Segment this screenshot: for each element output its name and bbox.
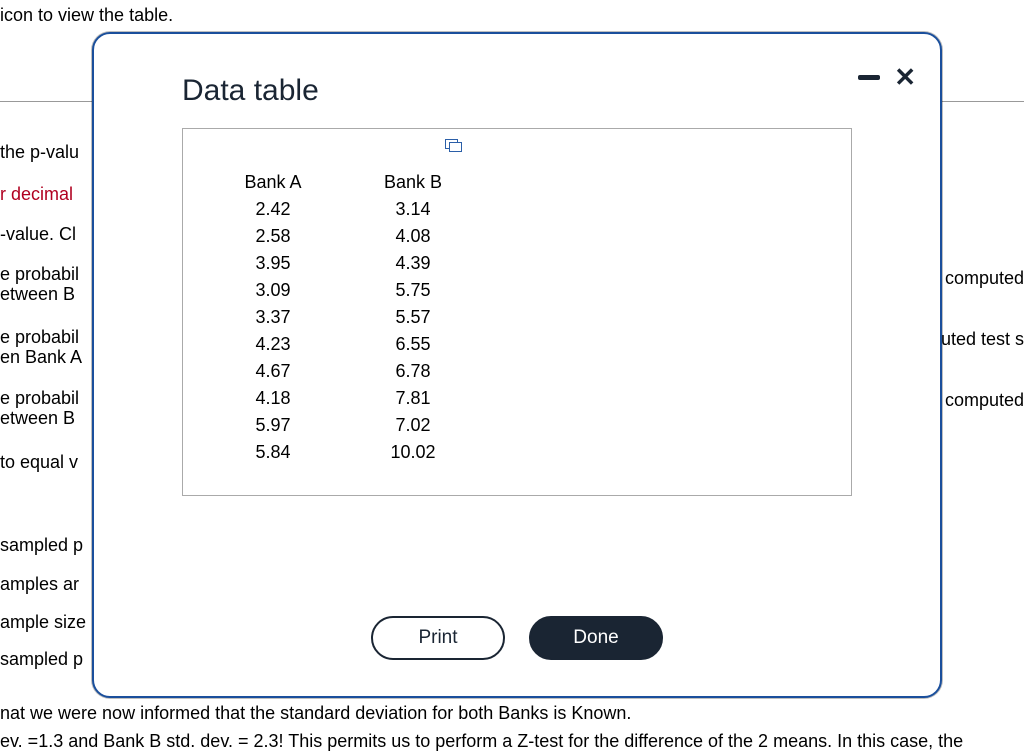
table-cell: 5.84 xyxy=(203,439,343,466)
print-button[interactable]: Print xyxy=(371,616,505,660)
dialog-header: Data table ✕ xyxy=(94,34,940,118)
bg-text-fragment: uted test s xyxy=(941,329,1024,350)
table-cell: 5.57 xyxy=(343,304,483,331)
minimize-icon[interactable] xyxy=(858,75,880,80)
bg-text-fragment: to equal v xyxy=(0,452,78,473)
dialog-title: Data table xyxy=(182,74,852,108)
column-header: Bank A xyxy=(203,169,343,196)
bg-text-fragment: computed xyxy=(945,268,1024,289)
bg-text-fragment: ev. =1.3 and Bank B std. dev. = 2.3! Thi… xyxy=(0,731,963,752)
bg-text-fragment: nat we were now informed that the standa… xyxy=(0,703,631,724)
table-cell: 6.55 xyxy=(343,331,483,358)
window-controls: ✕ xyxy=(858,64,916,90)
bg-text-fragment: sampled p xyxy=(0,535,83,556)
table-cell: 2.42 xyxy=(203,196,343,223)
bg-text-fragment: e probabil xyxy=(0,388,79,409)
table-cell: 3.95 xyxy=(203,250,343,277)
bg-text-fragment: sampled p xyxy=(0,649,83,670)
bg-text-fragment: amples ar xyxy=(0,574,79,595)
bg-text-fragment: e probabil xyxy=(0,327,79,348)
table-cell: 4.18 xyxy=(203,385,343,412)
dialog-body: Bank A Bank B 2.423.142.584.083.954.393.… xyxy=(94,118,940,586)
table-cell: 4.08 xyxy=(343,223,483,250)
column-header: Bank B xyxy=(343,169,483,196)
table-cell: 4.67 xyxy=(203,358,343,385)
data-table-dialog: Data table ✕ Bank A Bank B 2.423.142.584… xyxy=(92,32,942,698)
table-cell: 10.02 xyxy=(343,439,483,466)
table-row: 4.236.55 xyxy=(203,331,483,358)
table-row: 3.375.57 xyxy=(203,304,483,331)
table-cell: 3.14 xyxy=(343,196,483,223)
bg-text-fragment: etween B xyxy=(0,408,75,429)
table-cell: 2.58 xyxy=(203,223,343,250)
close-icon[interactable]: ✕ xyxy=(894,64,916,90)
popout-icon[interactable] xyxy=(445,139,461,151)
table-cell: 5.75 xyxy=(343,277,483,304)
bg-text-fragment: -value. Cl xyxy=(0,224,76,245)
table-frame: Bank A Bank B 2.423.142.584.083.954.393.… xyxy=(182,128,852,496)
table-row: 3.095.75 xyxy=(203,277,483,304)
dialog-footer: Print Done xyxy=(94,586,940,696)
table-cell: 5.97 xyxy=(203,412,343,439)
table-cell: 3.09 xyxy=(203,277,343,304)
table-row: 2.584.08 xyxy=(203,223,483,250)
table-header-row: Bank A Bank B xyxy=(203,169,483,196)
bg-text-fragment: etween B xyxy=(0,284,75,305)
table-cell: 4.39 xyxy=(343,250,483,277)
table-cell: 7.02 xyxy=(343,412,483,439)
table-row: 2.423.14 xyxy=(203,196,483,223)
table-cell: 7.81 xyxy=(343,385,483,412)
bg-text-fragment: ample size xyxy=(0,612,86,633)
table-row: 4.676.78 xyxy=(203,358,483,385)
bg-text-fragment: e probabil xyxy=(0,264,79,285)
table-cell: 4.23 xyxy=(203,331,343,358)
bg-text-fragment: icon to view the table. xyxy=(0,5,173,26)
table-cell: 6.78 xyxy=(343,358,483,385)
bg-text-fragment: computed xyxy=(945,390,1024,411)
table-row: 5.977.02 xyxy=(203,412,483,439)
table-row: 3.954.39 xyxy=(203,250,483,277)
table-row: 5.8410.02 xyxy=(203,439,483,466)
data-table: Bank A Bank B 2.423.142.584.083.954.393.… xyxy=(203,169,483,466)
bg-text-fragment: r decimal xyxy=(0,184,73,205)
table-row: 4.187.81 xyxy=(203,385,483,412)
bg-text-fragment: the p-valu xyxy=(0,142,79,163)
done-button[interactable]: Done xyxy=(529,616,663,660)
table-cell: 3.37 xyxy=(203,304,343,331)
bg-text-fragment: en Bank A xyxy=(0,347,82,368)
